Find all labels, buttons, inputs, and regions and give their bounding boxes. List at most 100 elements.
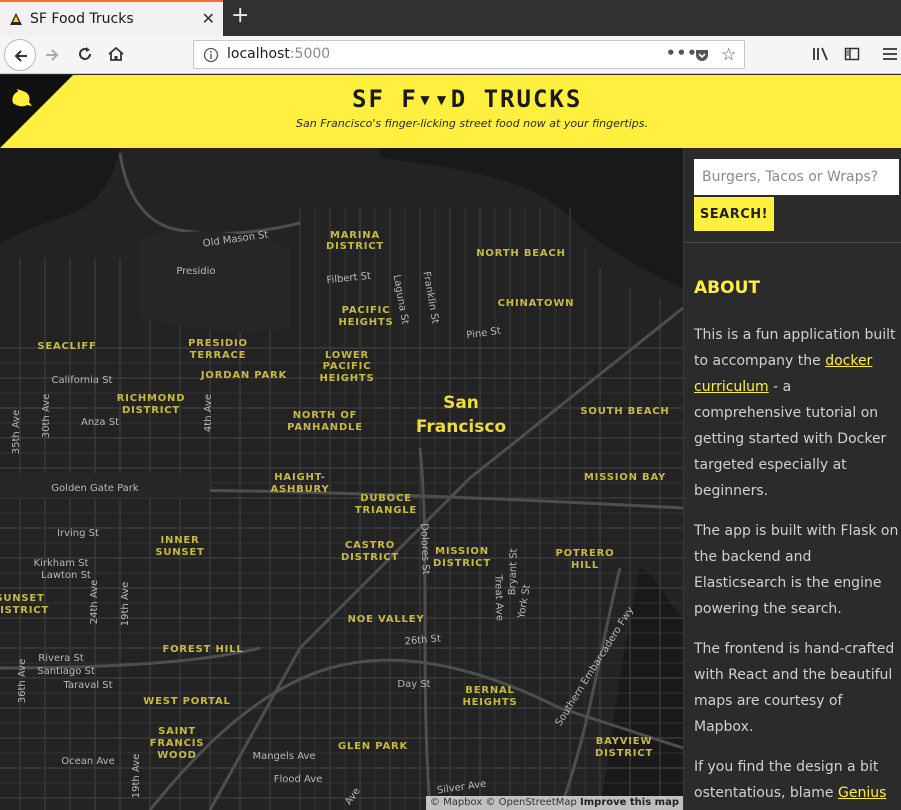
label-castro: CASTRO: [345, 540, 395, 551]
about-text: This is a fun application built to accom…: [694, 322, 899, 810]
reload-icon[interactable]: [76, 45, 94, 63]
street-36th: 36th Ave: [17, 659, 28, 704]
label-panhandle: PANHANDLE: [287, 422, 363, 433]
street-mangels: Mangels Ave: [252, 751, 315, 762]
library-icon[interactable]: [812, 46, 830, 62]
sidebar: SEARCH! ABOUT This is a fun application …: [683, 148, 901, 810]
menu-icon[interactable]: [882, 46, 898, 62]
city-label-san: San: [443, 393, 479, 413]
label-presidio: PRESIDIO: [188, 338, 248, 349]
close-icon[interactable]: ✕: [202, 9, 215, 28]
home-icon[interactable]: [107, 45, 125, 63]
label-pacific-2: PACIFIC: [323, 361, 372, 372]
label-bernal: BERNAL: [465, 685, 514, 696]
info-icon[interactable]: [203, 47, 219, 63]
more-icon[interactable]: •••: [666, 44, 698, 62]
label-district-4: DISTRICT: [433, 558, 491, 569]
label-inner: INNER: [161, 535, 200, 546]
label-west-portal: WEST PORTAL: [143, 696, 230, 707]
octocat-icon[interactable]: [7, 83, 37, 113]
back-icon[interactable]: [4, 39, 36, 71]
label-district-5: DISTRICT: [0, 605, 49, 616]
map-attribution[interactable]: © Mapbox © OpenStreetMap Improve this ma…: [425, 796, 683, 810]
label-richmond: RICHMOND: [117, 393, 186, 404]
label-chinatown: CHINATOWN: [498, 298, 575, 309]
street-lawton: Lawton St: [41, 570, 91, 581]
label-glen-park: GLEN PARK: [338, 741, 409, 752]
street-taraval: Taraval St: [62, 680, 112, 691]
street-presidio: Presidio: [176, 266, 215, 277]
label-jordan-park: JORDAN PARK: [200, 370, 288, 381]
map[interactable]: MARINA DISTRICT NORTH BEACH PACIFIC HEIG…: [0, 148, 683, 810]
label-francis: FRANCIS: [150, 738, 205, 749]
about-paragraph-2: The app is built with Flask on the backe…: [694, 523, 899, 617]
street-19th: 19th Ave: [120, 582, 131, 627]
label-haight: HAIGHT-: [274, 472, 326, 483]
label-pacific: PACIFIC: [342, 305, 391, 316]
map-canvas: MARINA DISTRICT NORTH BEACH PACIFIC HEIG…: [0, 148, 683, 810]
label-forest-hill: FOREST HILL: [162, 644, 243, 655]
street-30th: 30th Ave: [41, 394, 52, 439]
label-wood: WOOD: [157, 750, 197, 761]
label-hill: HILL: [571, 560, 599, 571]
url-text: localhost:5000: [227, 46, 330, 62]
browser-tab[interactable]: SF Food Trucks ✕: [0, 0, 223, 36]
divider: [684, 242, 901, 243]
label-district: DISTRICT: [326, 241, 384, 252]
url-host: localhost: [227, 46, 290, 62]
pocket-icon[interactable]: [694, 47, 710, 63]
nav-bar: localhost:5000 ••• ☆: [0, 36, 901, 74]
search-button[interactable]: SEARCH!: [694, 197, 774, 231]
label-district-6: DISTRICT: [595, 748, 653, 759]
label-saint: SAINT: [158, 726, 196, 737]
new-tab-icon[interactable]: +: [231, 3, 249, 28]
street-california: California St: [52, 375, 113, 386]
label-bayview: BAYVIEW: [596, 736, 653, 747]
about-paragraph-4: If you find the design a bit ostentatiou…: [694, 754, 899, 806]
label-north-beach: NORTH BEACH: [476, 248, 566, 259]
label-district-2: DISTRICT: [122, 405, 180, 416]
label-lower: LOWER: [325, 350, 369, 361]
street-35th: 35th Ave: [11, 410, 22, 455]
star-icon[interactable]: ☆: [721, 45, 736, 65]
street-4th: 4th Ave: [203, 394, 214, 432]
site-tagline: San Francisco's finger-licking street fo…: [296, 117, 648, 130]
label-marina: MARINA: [330, 230, 380, 241]
tab-title: SF Food Trucks: [30, 11, 134, 27]
city-label-francisco: Francisco: [416, 417, 506, 437]
label-ashbury: ASHBURY: [270, 484, 329, 495]
label-terrace: TERRACE: [190, 350, 247, 361]
label-seacliff: SEACLIFF: [37, 341, 96, 352]
label-heights-2: HEIGHTS: [319, 373, 374, 384]
about-paragraph-1: This is a fun application built to accom…: [694, 322, 899, 504]
street-bryant: Bryant St: [507, 548, 520, 595]
label-sunset-2: SUNSET: [0, 593, 45, 604]
street-kirkham: Kirkham St: [34, 558, 89, 569]
label-duboce: DUBOCE: [360, 493, 412, 504]
url-port: :5000: [289, 46, 331, 62]
search-input[interactable]: [694, 159, 899, 195]
street-24th: 24th Ave: [89, 580, 100, 625]
street-anza: Anza St: [81, 417, 119, 428]
street-dolores: Dolores St: [418, 523, 431, 575]
label-south-beach: SOUTH BEACH: [580, 406, 669, 417]
label-sunset: SUNSET: [155, 547, 204, 558]
label-noe-valley: NOE VALLEY: [348, 614, 425, 625]
forward-icon[interactable]: [43, 46, 61, 64]
about-heading: ABOUT: [694, 278, 760, 298]
street-irving: Irving St: [57, 528, 99, 539]
attribution-credits[interactable]: © Mapbox © OpenStreetMap: [430, 797, 577, 808]
street-treat: Treat Ave: [492, 574, 505, 622]
label-potrero: POTRERO: [556, 548, 615, 559]
street-ocean: Ocean Ave: [61, 756, 115, 767]
about-paragraph-3: The frontend is hand-crafted with React …: [694, 641, 895, 735]
sidebar-icon[interactable]: [844, 46, 860, 62]
tab-bar: SF Food Trucks ✕ +: [0, 0, 901, 36]
label-north-of: NORTH OF: [293, 410, 358, 421]
label-district-3: DISTRICT: [341, 552, 399, 563]
genius-link[interactable]: Genius: [838, 785, 886, 801]
site-header: SF F▾▾D TRUCKS San Francisco's finger-li…: [0, 75, 901, 148]
improve-map-link[interactable]: Improve this map: [580, 797, 679, 808]
label-mission-bay: MISSION BAY: [584, 472, 666, 483]
address-bar[interactable]: localhost:5000 ••• ☆: [193, 40, 745, 69]
